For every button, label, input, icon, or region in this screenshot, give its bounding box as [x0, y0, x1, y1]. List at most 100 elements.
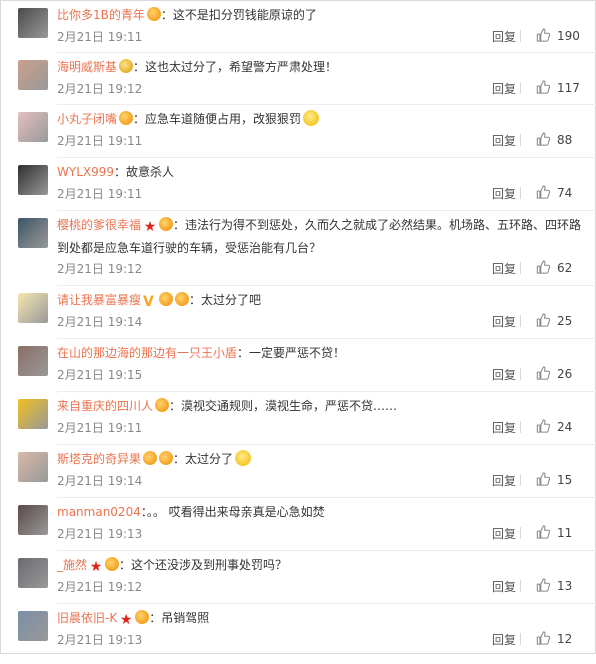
username-link[interactable]: 来自重庆的四川人 [57, 399, 153, 413]
reply-button[interactable]: 回复 [492, 313, 516, 330]
avatar[interactable] [18, 293, 48, 323]
reply-button[interactable]: 回复 [492, 631, 516, 648]
avatar[interactable] [18, 112, 48, 142]
action-separator [520, 262, 521, 274]
comment-item: manman0204：。。 哎看得出来母亲真是心急如焚 2月21日 19:13 回复… [1, 498, 596, 551]
comment-text-line: 樱桃的爹很幸福 ★ ：违法行为得不到惩处，久而久之就成了必然结果。机场路、五环路、四… [57, 214, 583, 260]
comment-body: ：故意杀人 [114, 165, 175, 179]
thumbs-up-icon [536, 578, 551, 593]
thumbs-up-icon [536, 472, 551, 487]
vip-badge-icon[interactable] [159, 217, 174, 231]
vip-badge-icon[interactable] [143, 451, 158, 465]
comment-list: 比你多1B的青年 ：这不是扣分罚钱能原谅的了 2月21日 19:11 回复 190 海明威… [0, 0, 596, 654]
comment-timestamp: 2月21日 19:11 [57, 421, 143, 435]
vip-badge-icon[interactable] [146, 7, 161, 21]
like-button[interactable]: 13 [536, 578, 572, 593]
reply-button[interactable]: 回复 [492, 185, 516, 202]
like-button[interactable]: 74 [536, 185, 572, 200]
comment-item: WYLX999：故意杀人 2月21日 19:11 回复 74 [1, 158, 596, 211]
reply-button[interactable]: 回复 [492, 578, 516, 595]
avatar[interactable] [18, 611, 48, 641]
avatar[interactable] [18, 505, 48, 535]
vip-badge-icon[interactable] [135, 610, 150, 624]
username-link[interactable]: 在山的那边海的那边有一只王小盾 [57, 346, 237, 360]
emoji-icon [235, 450, 252, 466]
reply-button[interactable]: 回复 [492, 419, 516, 436]
comment-timestamp: 2月21日 19:12 [57, 262, 143, 276]
comment-text-line: 海明威斯基 ：这也太过分了，希望警方严肃处理！ [57, 56, 583, 79]
avatar[interactable] [18, 60, 48, 90]
comment-timestamp: 2月21日 19:11 [57, 134, 143, 148]
like-count: 24 [557, 420, 573, 434]
vip-badge-icon[interactable] [105, 557, 120, 571]
username-link[interactable]: 请让我暴富暴瘦 [57, 293, 141, 307]
like-button[interactable]: 26 [536, 366, 572, 381]
vip-badge-icon[interactable] [159, 292, 174, 306]
like-button[interactable]: 88 [536, 132, 572, 147]
thumbs-up-icon [536, 28, 551, 43]
avatar[interactable] [18, 399, 48, 429]
like-count: 15 [557, 473, 573, 487]
avatar[interactable] [18, 452, 48, 482]
reply-button[interactable]: 回复 [492, 28, 516, 45]
star-badge-icon[interactable]: ★ [119, 613, 133, 627]
emoji-icon [303, 110, 320, 126]
comment-text-line: 斯塔克的奇异果 ：太过分了 [57, 448, 583, 471]
vip-badge-icon[interactable] [155, 398, 170, 412]
username-link[interactable]: manman0204 [57, 505, 141, 519]
like-button[interactable]: 117 [536, 80, 580, 95]
comment-item: 海明威斯基 ：这也太过分了，希望警方严肃处理！ 2月21日 19:12 回复 117 [1, 53, 596, 105]
avatar[interactable] [18, 346, 48, 376]
reply-button[interactable]: 回复 [492, 80, 516, 97]
like-button[interactable]: 15 [536, 472, 572, 487]
v-badge-icon[interactable]: V [143, 295, 157, 309]
comment-text-line: WYLX999：故意杀人 [57, 161, 583, 184]
like-count: 117 [557, 81, 580, 95]
username-link[interactable]: 旧晨依旧-K [57, 611, 117, 625]
thumbs-up-icon [536, 185, 551, 200]
like-button[interactable]: 190 [536, 28, 580, 43]
like-button[interactable]: 24 [536, 419, 572, 434]
vip-badge-icon[interactable] [159, 451, 174, 465]
like-button[interactable]: 11 [536, 525, 572, 540]
avatar[interactable] [18, 558, 48, 588]
gold-member-icon[interactable] [119, 59, 134, 73]
username-link[interactable]: 斯塔克的奇异果 [57, 452, 141, 466]
comment-item: 请让我暴富暴瘦 V ：太过分了吧 2月21日 19:14 回复 25 [1, 286, 596, 339]
username-link[interactable]: _施然 [57, 558, 87, 572]
comment-body: ：应急车道随便占用，改狠狠罚 [133, 112, 302, 126]
username-link[interactable]: WYLX999 [57, 165, 114, 179]
reply-button[interactable]: 回复 [492, 260, 516, 277]
like-count: 26 [557, 367, 573, 381]
reply-button[interactable]: 回复 [492, 132, 516, 149]
comment-body: ：漠视交通规则，漠视生命，严惩不贷…… [169, 399, 398, 413]
star-badge-icon[interactable]: ★ [143, 220, 157, 234]
comment-item: _施然 ★ ：这个还没涉及到刑事处罚吗？ 2月21日 19:12 回复 13 [1, 551, 596, 604]
like-count: 74 [557, 186, 573, 200]
comment-text-line: _施然 ★ ：这个还没涉及到刑事处罚吗？ [57, 554, 583, 577]
comment-body: ：太过分了 [173, 452, 234, 466]
action-separator [520, 315, 521, 327]
like-button[interactable]: 62 [536, 260, 572, 275]
like-button[interactable]: 25 [536, 313, 572, 328]
comment-text-line: 小丸子闭嘴 ：应急车道随便占用，改狠狠罚 [57, 108, 583, 131]
reply-button[interactable]: 回复 [492, 525, 516, 542]
comment-timestamp: 2月21日 19:12 [57, 580, 143, 594]
comment-item: 小丸子闭嘴 ：应急车道随便占用，改狠狠罚 2月21日 19:11 回复 88 [1, 105, 596, 158]
comment-body: ：这不是扣分罚钱能原谅的了 [160, 8, 317, 22]
comment-item: 来自重庆的四川人 ：漠视交通规则，漠视生命，严惩不贷…… 2月21日 19:11 回复… [1, 392, 596, 445]
avatar[interactable] [18, 8, 48, 38]
username-link[interactable]: 小丸子闭嘴 [57, 112, 117, 126]
username-link[interactable]: 比你多1B的青年 [57, 8, 145, 22]
reply-button[interactable]: 回复 [492, 366, 516, 383]
star-badge-icon[interactable]: ★ [89, 560, 103, 574]
avatar[interactable] [18, 218, 48, 248]
comment-text-line: 旧晨依旧-K ★ ：吊销驾照 [57, 607, 583, 630]
reply-button[interactable]: 回复 [492, 472, 516, 489]
vip-badge-icon[interactable] [175, 292, 190, 306]
avatar[interactable] [18, 165, 48, 195]
like-button[interactable]: 12 [536, 631, 572, 646]
username-link[interactable]: 樱桃的爹很幸福 [57, 218, 141, 232]
username-link[interactable]: 海明威斯基 [57, 60, 117, 74]
vip-badge-icon[interactable] [119, 111, 134, 125]
